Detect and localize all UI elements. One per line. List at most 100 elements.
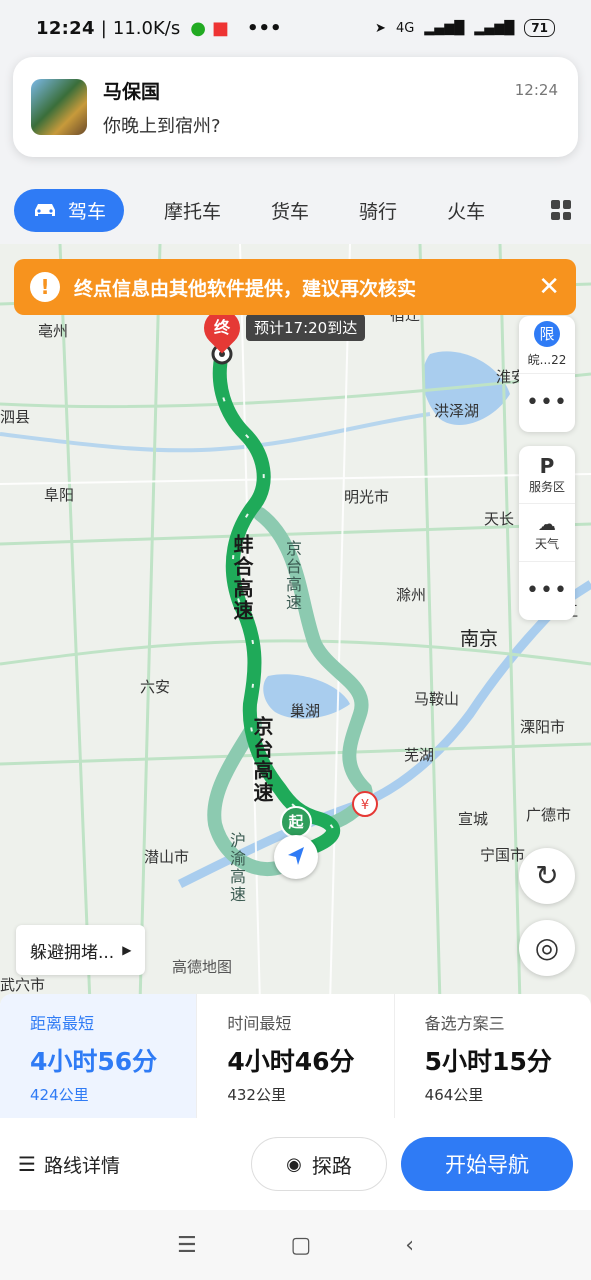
avoid-congestion-button[interactable]: 躲避拥堵... ▶	[16, 925, 146, 975]
probe-button[interactable]: ◉ 探路	[251, 1137, 387, 1191]
city-label: 滁州	[396, 586, 427, 604]
status-divider: |	[100, 17, 107, 39]
map-view[interactable]: ¥ 亳州 淮安 洪泽湖 阜阳 明光市 天长 滁州 南京 六安 巢湖 马鞍山 芜湖…	[0, 244, 591, 1004]
road-label-jingtai: 京台高速	[250, 716, 274, 804]
tab-bike[interactable]: 骑行	[359, 197, 397, 224]
tab-drive-label: 驾车	[68, 200, 107, 223]
restriction-text: 皖...22	[527, 353, 567, 367]
status-time: 12:24	[36, 17, 95, 39]
destination-warning-banner: ! 终点信息由其他软件提供，建议再次核实 ✕	[14, 259, 576, 315]
city-label: 马鞍山	[414, 690, 460, 708]
svg-text:¥: ¥	[361, 798, 369, 813]
car-icon	[35, 204, 55, 216]
route-details-button[interactable]: ☰ 路线详情	[18, 1151, 120, 1178]
app-screen: 12:24 | 11.0K/s ● ■ ••• ➤ 4G ▂▄▆█ ▂▄▆█ 7…	[0, 0, 591, 1280]
route-time: 4小时46分	[227, 1047, 355, 1076]
city-label: 宁国市	[480, 846, 526, 864]
restriction-more-button[interactable]: •••	[519, 374, 575, 432]
sender-name: 马保国	[103, 80, 161, 103]
city-label: 明光市	[344, 488, 390, 506]
signal-icon-2: ▂▄▆█	[474, 20, 515, 36]
route-distance: 432公里	[227, 1086, 286, 1104]
triangle-right-icon: ▶	[122, 943, 132, 957]
city-label: 潜山市	[144, 848, 190, 866]
road-label-huyu: 沪渝高速	[227, 832, 246, 904]
route-tag: 备选方案三	[424, 1014, 505, 1033]
route-distance: 464公里	[424, 1086, 484, 1104]
route-options: 距离最短 4小时56分 424公里 时间最短 4小时46分 432公里 备选方案…	[0, 994, 591, 1118]
map-canvas: ¥	[0, 244, 591, 1004]
tab-train[interactable]: 火车	[447, 197, 485, 224]
map-tools-panel: P 服务区 ☁ 天气 •••	[519, 446, 575, 620]
transport-tabs: 驾车 摩托车 货车 骑行 火车	[0, 180, 591, 240]
city-label: 南京	[460, 628, 499, 650]
home-icon[interactable]: ▢	[291, 1233, 312, 1258]
wechat-icon: ●	[190, 17, 206, 39]
broadcast-icon: ◉	[286, 1153, 302, 1175]
route-option-3[interactable]: 备选方案三 5小时15分 464公里	[395, 994, 591, 1118]
route-tag: 距离最短	[30, 1014, 95, 1033]
city-label: 泗县	[0, 408, 31, 426]
network-speed: 11.0K/s	[112, 17, 181, 39]
city-label: 亳州	[38, 322, 69, 340]
tools-more-button[interactable]: •••	[519, 562, 575, 620]
weather-button[interactable]: ☁ 天气	[519, 504, 575, 562]
route-details-label: 路线详情	[43, 1154, 120, 1177]
route-time: 5小时15分	[424, 1047, 552, 1076]
road-label-jingtai-alt: 京台高速	[283, 540, 302, 612]
sender-avatar	[31, 79, 87, 135]
current-location-icon	[274, 835, 318, 879]
location-icon: ➤	[375, 20, 386, 36]
more-icon: •••	[526, 578, 568, 603]
probe-label: 探路	[311, 1153, 352, 1178]
notification-time: 12:24	[514, 81, 558, 99]
end-marker-label: 终	[213, 318, 230, 337]
app-notify-icon: ■	[211, 17, 229, 39]
city-label: 天长	[484, 510, 515, 528]
back-icon[interactable]: ‹	[405, 1233, 414, 1258]
restriction-panel: 限 皖...22 •••	[519, 316, 575, 432]
city-label: 武穴市	[0, 976, 46, 994]
city-label: 巢湖	[290, 702, 321, 720]
city-label: 宣城	[458, 810, 489, 828]
refresh-button[interactable]: ↻	[519, 848, 575, 904]
city-label: 阜阳	[44, 486, 75, 504]
start-navigation-button[interactable]: 开始导航	[401, 1137, 573, 1191]
signal-icon: ▂▄▆█	[424, 20, 465, 36]
system-nav-bar: ☰ ▢ ‹	[0, 1210, 591, 1280]
avoid-congestion-label: 躲避拥堵...	[30, 942, 115, 963]
menu-icon[interactable]: ☰	[177, 1233, 197, 1258]
city-label: 洪泽湖	[434, 402, 480, 420]
warning-text: 终点信息由其他软件提供，建议再次核实	[74, 277, 417, 300]
traffic-restriction-button[interactable]: 限 皖...22	[519, 316, 575, 374]
action-bar: ☰ 路线详情 ◉ 探路 开始导航	[0, 1118, 591, 1210]
close-icon[interactable]: ✕	[538, 272, 560, 302]
parking-icon: P	[539, 454, 555, 478]
weather-label: 天气	[534, 536, 559, 551]
message-notification[interactable]: 马保国 你晚上到宿州? 12:24	[13, 57, 578, 157]
service-area-label: 服务区	[528, 480, 565, 494]
tab-motorcycle[interactable]: 摩托车	[164, 197, 221, 224]
route-option-1[interactable]: 距离最短 4小时56分 424公里	[0, 994, 198, 1118]
service-area-button[interactable]: P 服务区	[519, 446, 575, 504]
route-distance: 424公里	[30, 1086, 89, 1104]
city-label: 六安	[140, 678, 171, 696]
city-label: 芜湖	[404, 746, 435, 764]
more-modes-icon[interactable]	[551, 200, 571, 220]
warning-icon: !	[30, 272, 60, 302]
tab-drive[interactable]: 驾车	[14, 188, 125, 232]
river-huai	[0, 412, 431, 453]
map-watermark: 高德地图	[172, 958, 233, 976]
tab-truck[interactable]: 货车	[271, 197, 309, 224]
locate-button[interactable]: ◎	[519, 920, 575, 976]
notification-message: 你晚上到宿州?	[103, 115, 221, 137]
route-tag: 时间最短	[227, 1014, 292, 1033]
more-icon: •••	[526, 390, 568, 415]
list-icon: ☰	[18, 1152, 36, 1176]
status-right: ➤ 4G ▂▄▆█ ▂▄▆█ 71	[375, 19, 555, 37]
route-option-2[interactable]: 时间最短 4小时46分 432公里	[197, 994, 395, 1118]
refresh-icon: ↻	[535, 859, 559, 892]
locate-icon: ◎	[534, 931, 560, 964]
battery-icon: 71	[524, 19, 555, 37]
start-marker[interactable]: 起	[280, 806, 312, 838]
